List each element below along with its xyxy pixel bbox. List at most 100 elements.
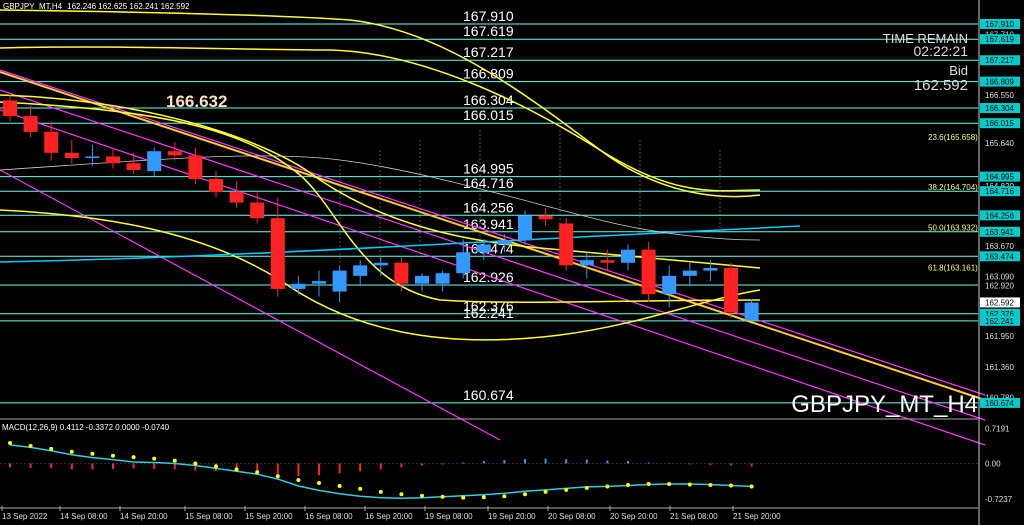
price-tick-label: 167.910 [985, 20, 1014, 29]
candle-body [106, 156, 120, 164]
macd-dot [69, 449, 74, 454]
bollinger-band [0, 9, 761, 198]
candle-body [621, 249, 635, 263]
candle-body [209, 178, 223, 193]
candle-body [456, 252, 471, 274]
time-label: 21 Sep 20:00 [733, 512, 781, 521]
macd-dot [8, 440, 12, 445]
candle-body [373, 262, 388, 266]
candle-body [44, 131, 59, 153]
macd-dot [502, 494, 507, 499]
candle-body [435, 273, 450, 284]
level-label: 167.910 [463, 8, 514, 24]
macd-dot [131, 455, 136, 460]
time-label: 20 Sep 20:00 [610, 512, 658, 521]
time-label: 14 Sep 20:00 [120, 512, 168, 521]
price-tick-label: 165.640 [985, 139, 1014, 148]
candle-body [703, 267, 718, 271]
macd-dot [317, 481, 321, 486]
candle-body [126, 163, 141, 171]
macd-tick-label: -0.7237 [985, 495, 1013, 504]
level-label: 166.304 [463, 92, 514, 108]
time-label: 15 Sep 20:00 [245, 512, 293, 521]
price-tick-label: 164.256 [985, 211, 1014, 220]
candle-body [23, 116, 38, 132]
level-label: 167.217 [463, 44, 514, 60]
macd-dot [193, 461, 198, 466]
candle-body [724, 267, 738, 313]
price-tick-label: 166.015 [985, 119, 1014, 128]
candle-body [682, 270, 697, 276]
fib-label: 61.8(163.161) [928, 264, 978, 273]
fib-label: 50.0(163.932) [928, 223, 978, 232]
fib-label: 38.2(164.704) [928, 183, 978, 192]
macd-dot [646, 482, 651, 487]
macd-dot [358, 486, 363, 491]
macd-dot [605, 484, 610, 489]
price-tick-label: 162.241 [985, 317, 1014, 326]
price-tick-label: 166.304 [985, 104, 1014, 113]
candle-body [85, 156, 100, 159]
macd-dot [152, 456, 157, 461]
watermark-symbol: GBPJPY_MT_H4 [791, 391, 978, 418]
macd-dot [626, 482, 630, 487]
fib-label: 23.6(165.658) [928, 133, 978, 142]
horizontal-levels: 167.910167.619 167.217 166.809 166.304166.0… [0, 8, 978, 404]
macd-dot [440, 494, 445, 499]
candle-body [3, 100, 17, 117]
time-label: 21 Sep 08:00 [670, 512, 718, 521]
bid-label: Bid [949, 63, 968, 78]
price-tick-label: 167.217 [985, 56, 1014, 65]
macd-dot [296, 478, 301, 483]
time-label: 16 Sep 20:00 [365, 512, 413, 521]
macd-dot [564, 487, 569, 492]
candle-body [188, 155, 203, 179]
time-remain-value: 02:22:21 [914, 43, 969, 59]
macd-dot [667, 482, 672, 487]
time-label: 19 Sep 20:00 [488, 512, 536, 521]
level-label: 164.256 [463, 199, 514, 215]
session-high-label: 166.632 [166, 92, 227, 111]
candle-body [332, 270, 347, 292]
price-tick-label: 166.550 [985, 91, 1014, 100]
candle-body [147, 151, 162, 172]
candle-body [415, 275, 429, 284]
candle-body [518, 215, 532, 241]
macd-dot [523, 492, 527, 497]
bollinger-band [0, 46, 761, 192]
candle-body [538, 215, 553, 220]
time-label: 15 Sep 08:00 [185, 512, 233, 521]
price-tick-label: 163.474 [985, 252, 1014, 261]
channel-line [0, 89, 986, 421]
time-label: 20 Sep 08:00 [548, 512, 596, 521]
macd-dot [481, 495, 486, 500]
level-label: 160.674 [463, 387, 514, 403]
macd-dot [275, 474, 280, 479]
macd-dot [399, 492, 404, 497]
macd-dot [729, 483, 733, 488]
candle-body [312, 281, 326, 284]
price-tick-label: 160.674 [985, 399, 1014, 408]
level-label: 166.015 [463, 107, 514, 123]
candle-body [270, 218, 285, 289]
level-label: 162.241 [463, 305, 514, 321]
level-label: 164.716 [463, 175, 514, 191]
macd-label: MACD(12,26,9) 0.4112 -0.3372 0.0000 -0.0… [2, 423, 170, 432]
price-tick-label: 166.809 [985, 78, 1014, 87]
candle-body [167, 151, 182, 156]
candle-body [641, 249, 656, 295]
price-tick-label: 164.995 [985, 173, 1014, 182]
candle-body [291, 283, 306, 289]
level-label: 166.809 [463, 66, 514, 82]
macd-panel: 0.7191 0.00 -0.7237 [0, 418, 1013, 509]
macd-dot [90, 451, 95, 456]
candle-body [497, 240, 512, 245]
macd-dot [255, 470, 260, 475]
macd-dot [584, 485, 589, 490]
bid-value: 162.592 [914, 77, 968, 94]
candle-body [64, 152, 79, 159]
price-tick-label: 163.670 [985, 242, 1014, 251]
price-tick-label: 163.941 [985, 228, 1014, 237]
macd-dot [337, 483, 342, 488]
level-label: 164.995 [463, 161, 514, 177]
